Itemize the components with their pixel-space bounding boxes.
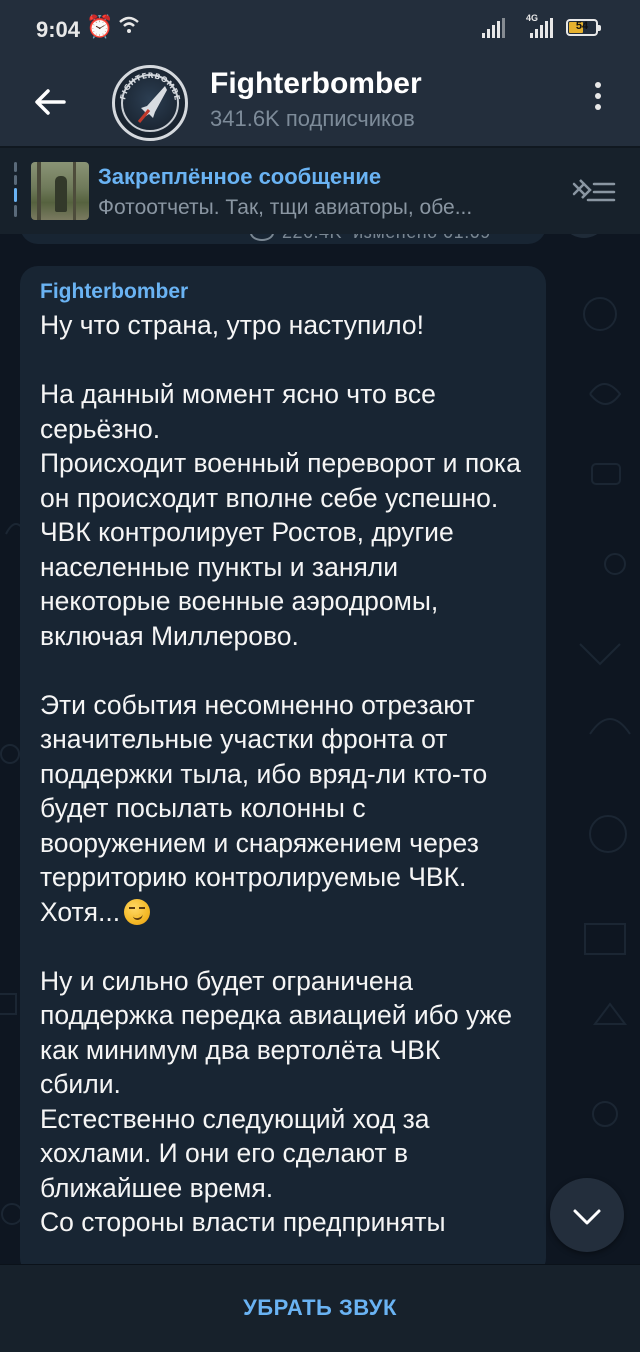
pinned-message-bar[interactable]: Закреплённое сообщение Фотоотчеты. Так, … [0, 148, 640, 234]
unpin-list-icon[interactable] [570, 176, 618, 208]
bottom-bar: УБРАТЬ ЗВУК [0, 1264, 640, 1352]
more-vertical-icon[interactable] [588, 82, 608, 122]
signal-icon [482, 18, 505, 38]
pinned-text: Фотоотчеты. Так, тщи авиаторы, обе... [98, 196, 473, 219]
status-bar: 9:04 ⏰ 4G 54 [0, 0, 640, 60]
message-bubble[interactable]: Fighterbomber Ну что страна, утро наступ… [20, 266, 546, 1264]
pinned-title: Закреплённое сообщение [98, 164, 382, 189]
pinned-thumbnail [31, 162, 89, 220]
channel-title[interactable]: Fighterbomber [210, 67, 422, 101]
mute-button[interactable]: УБРАТЬ ЗВУК [0, 1265, 640, 1351]
message-author[interactable]: Fighterbomber [40, 280, 526, 304]
chat-header: FIGHTERBOMBER Fighterbomber 341.6K подпи… [0, 60, 640, 146]
views-count: 226.4K [282, 234, 342, 242]
alarm-icon: ⏰ [86, 14, 114, 39]
scroll-to-bottom-button[interactable] [550, 1178, 624, 1252]
battery-icon: 54 [566, 19, 601, 36]
arrow-left-icon[interactable] [30, 82, 70, 122]
views-eye-icon [250, 234, 274, 242]
previous-message-meta: 226.4K изменено 01:09 [250, 234, 491, 243]
jet-icon [137, 86, 167, 123]
chevron-down-icon [573, 1209, 601, 1225]
pinned-indicator [14, 162, 17, 220]
message-text: Ну что страна, утро наступило! На данный… [40, 308, 526, 1240]
channel-avatar[interactable]: FIGHTERBOMBER [112, 65, 188, 141]
message-text-part2: Ну и сильно будет ограничена поддержка п… [40, 965, 512, 1237]
signal-icon [530, 18, 553, 38]
smirking-face-emoji [124, 898, 151, 925]
battery-level: 54 [575, 20, 589, 32]
chat-area[interactable]: 226.4K изменено 01:09 Fighterbomber Ну ч… [0, 234, 640, 1264]
wifi-alert-icon [118, 14, 140, 42]
subscriber-count: 341.6K подписчиков [210, 106, 415, 131]
status-time: 9:04 [36, 17, 81, 42]
message-text-part1: Ну что страна, утро наступило! На данный… [40, 310, 521, 927]
edited-label: изменено 01:09 [353, 234, 491, 242]
